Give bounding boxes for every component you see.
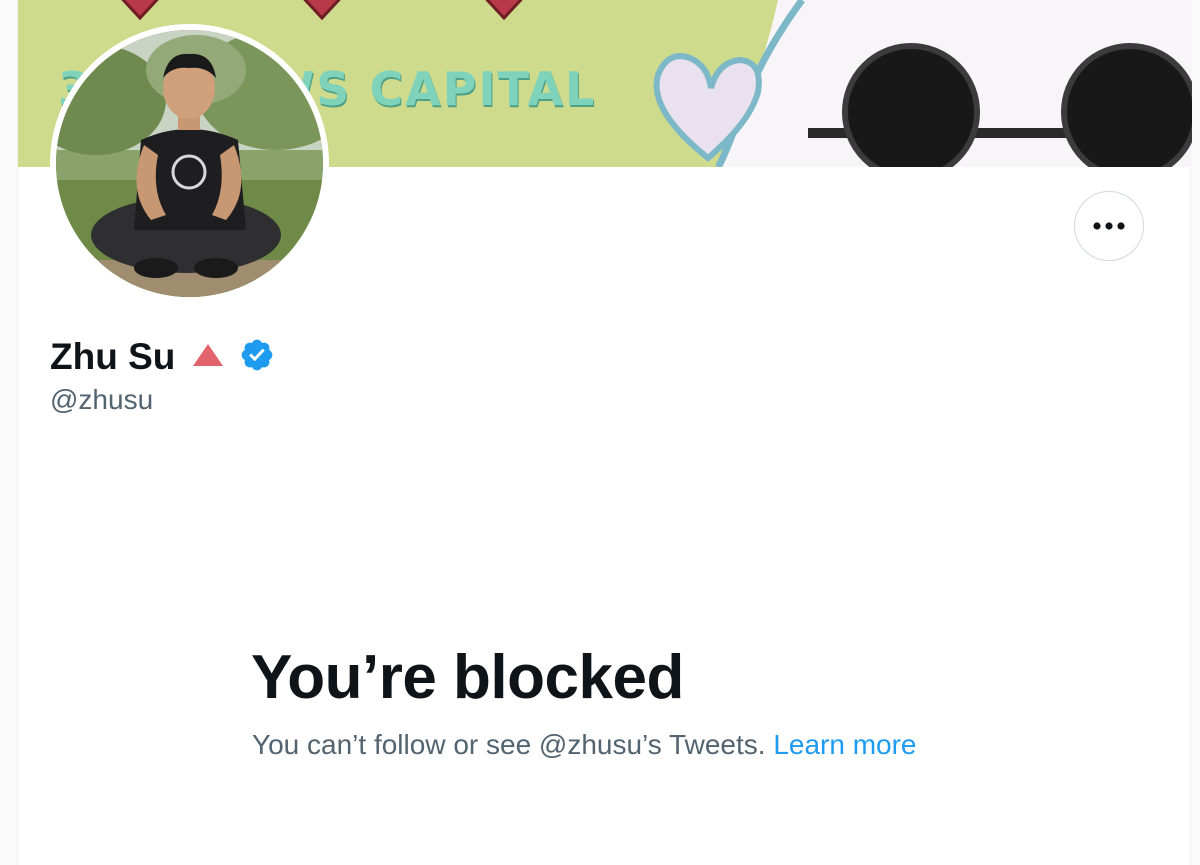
blocked-description-text: You can’t follow or see @zhusu’s Tweets. [252,729,766,760]
blocked-description: You can’t follow or see @zhusu’s Tweets.… [252,729,917,761]
blocked-title: You’re blocked [251,643,684,712]
more-horizontal-icon [1093,222,1125,230]
avatar-illustration [56,30,323,297]
red-triangle-icon [191,342,225,373]
learn-more-link[interactable]: Learn more [773,729,916,760]
profile-column: 3 ARROWS CAPITAL Zhu Su @zhusu You’re bl… [17,0,1192,865]
profile-display-name: Zhu Su [50,336,176,377]
page: 3 ARROWS CAPITAL Zhu Su @zhusu You’re bl… [0,0,1200,865]
avatar-photo [56,30,323,297]
profile-handle: @zhusu [50,384,154,415]
profile-avatar[interactable] [50,24,329,303]
verified-badge-icon[interactable] [239,337,275,378]
profile-name-row: Zhu Su [50,334,275,380]
more-options-button[interactable] [1074,191,1144,261]
